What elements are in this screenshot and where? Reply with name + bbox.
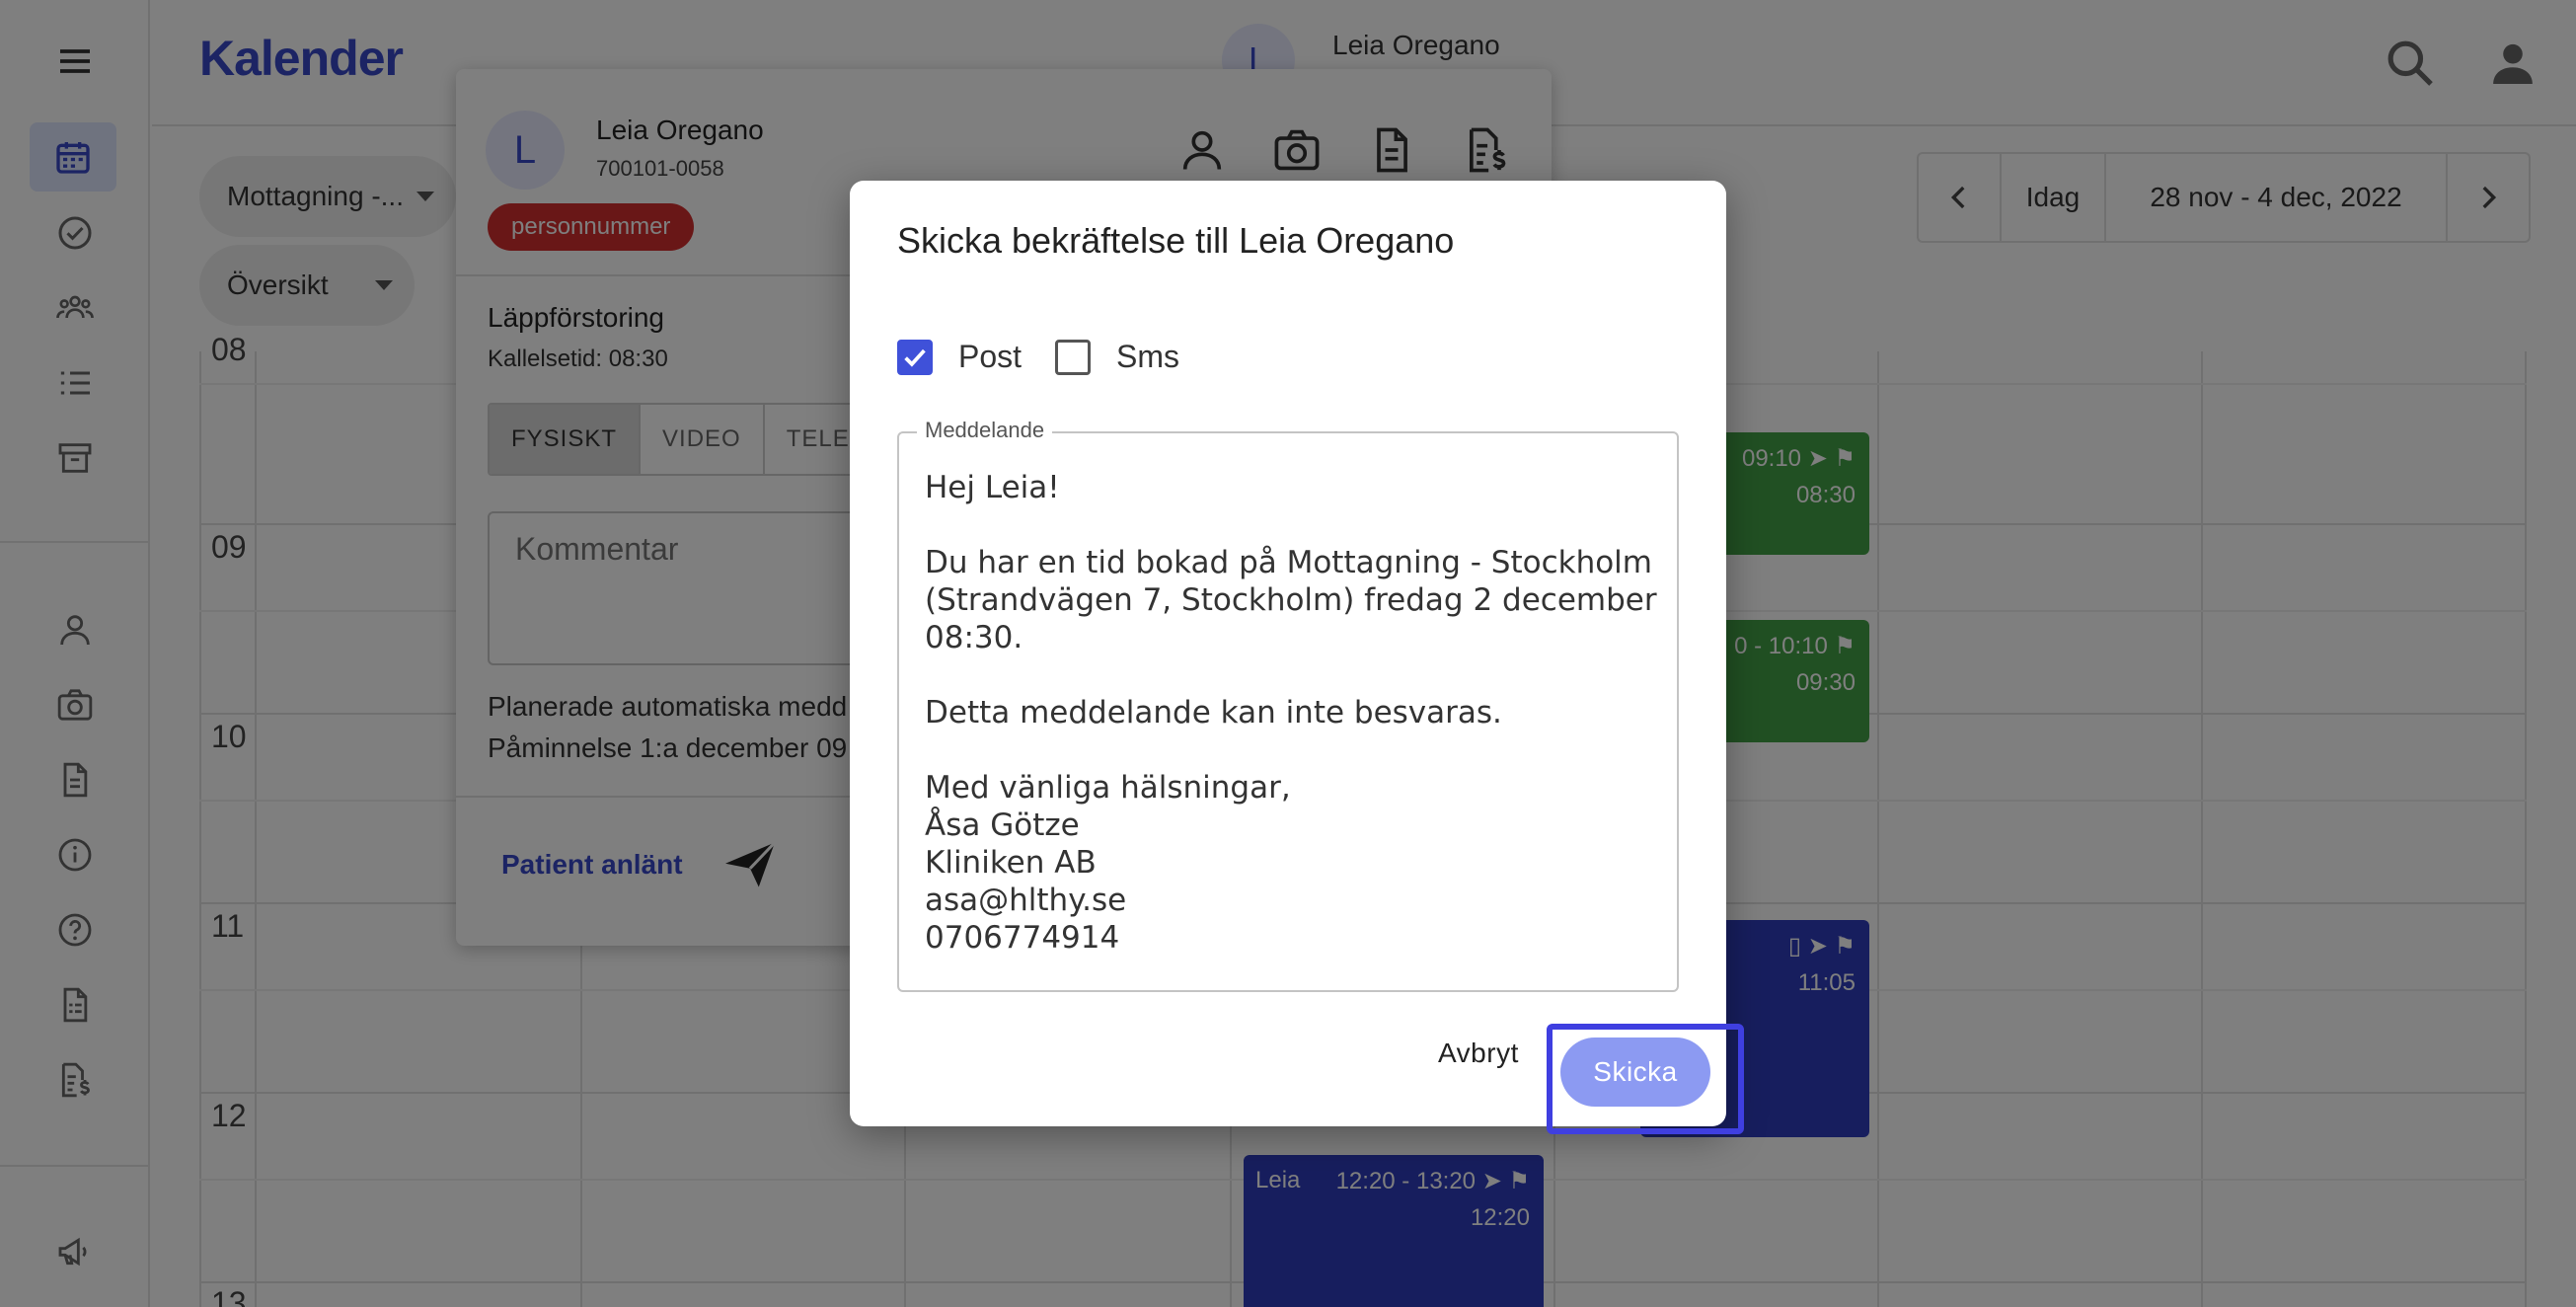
message-line: asa@hlthy.se (925, 883, 1127, 918)
message-line (925, 506, 1657, 544)
message-line: (Strandvägen 7, Stockholm) fredag 2 dece… (925, 582, 1657, 618)
message-line: Åsa Götze (925, 807, 1080, 843)
message-line: Detta meddelande kan inte besvaras. (925, 695, 1502, 730)
sms-checkbox-label[interactable]: Sms (1116, 339, 1179, 375)
message-line (925, 656, 1657, 694)
message-line (925, 731, 1657, 769)
channel-options: Post Sms (897, 339, 1213, 375)
message-label: Meddelande (917, 418, 1053, 443)
confirmation-dialog: Skicka bekräftelse till Leia Oregano Pos… (850, 181, 1744, 1134)
sms-checkbox[interactable] (1055, 339, 1092, 375)
message-text[interactable]: Hej Leia! Du har en tid bokad på Mottagn… (925, 469, 1657, 957)
message-line: 0706774914 (925, 920, 1120, 956)
message-line: Kliniken AB (925, 845, 1097, 881)
send-button[interactable]: Skicka (1560, 1038, 1710, 1107)
message-line: Med vänliga hälsningar, (925, 770, 1291, 806)
message-line: 08:30. (925, 620, 1023, 655)
message-line: Hej Leia! (925, 470, 1060, 505)
message-line: Du har en tid bokad på Mottagning - Stoc… (925, 545, 1652, 580)
cancel-button[interactable]: Avbryt (1438, 1038, 1519, 1069)
post-checkbox-label[interactable]: Post (958, 339, 1022, 375)
post-checkbox[interactable] (897, 339, 933, 375)
message-textarea[interactable]: Meddelande Hej Leia! Du har en tid bokad… (897, 418, 1679, 992)
check-icon (904, 348, 926, 367)
dialog-title: Skicka bekräftelse till Leia Oregano (897, 220, 1455, 261)
